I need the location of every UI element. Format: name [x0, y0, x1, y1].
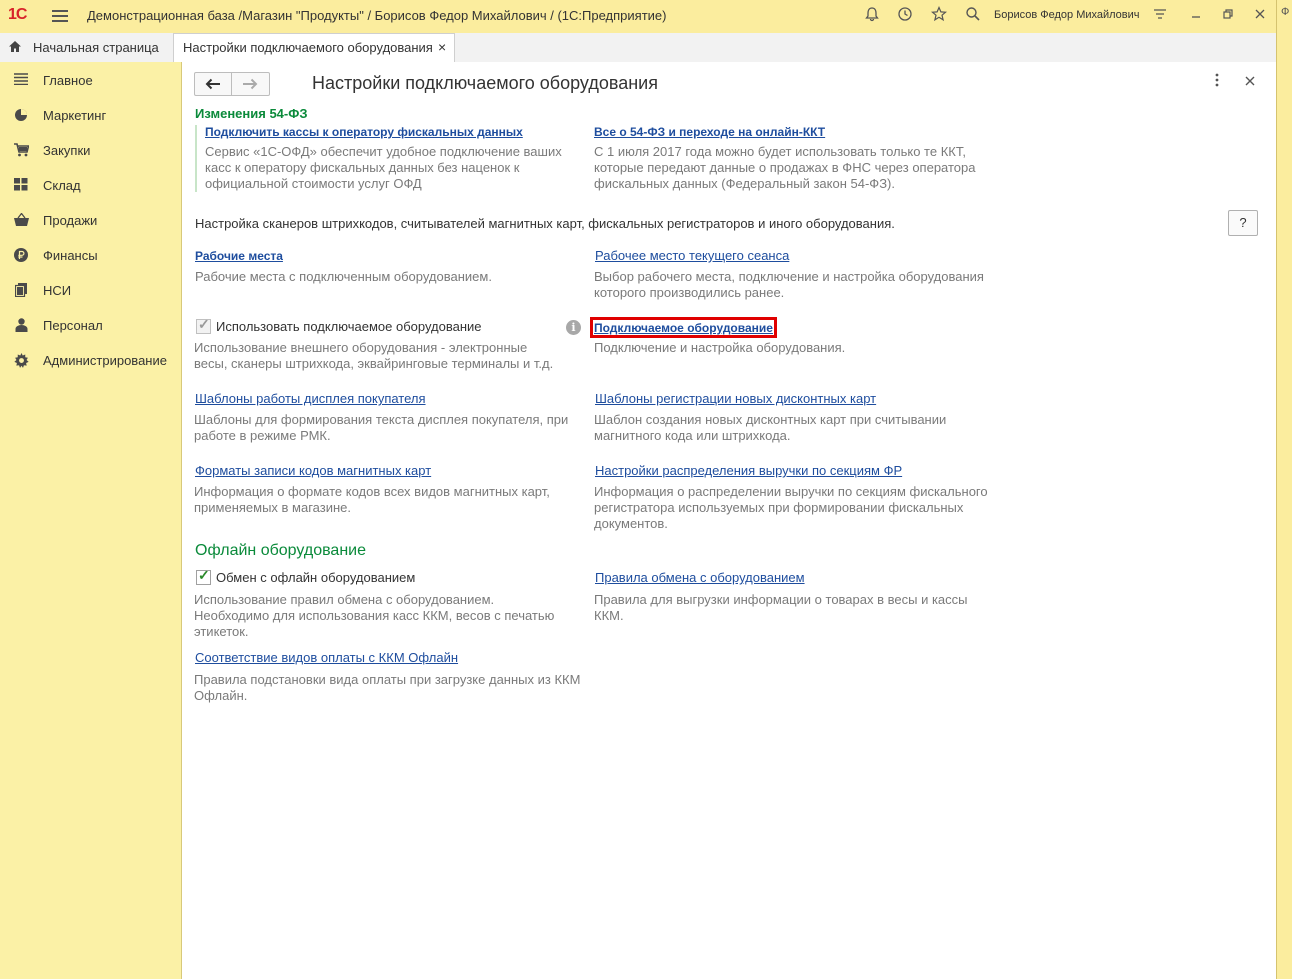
fz-section-header: Изменения 54-ФЗ [195, 106, 308, 121]
basket-icon [12, 212, 30, 229]
current-workplace-desc: Выбор рабочего места, подключение и наст… [594, 269, 984, 300]
close-window-icon[interactable] [1250, 6, 1270, 26]
offline-exchange-checkbox[interactable]: ✓ [196, 567, 211, 585]
history-nav [194, 72, 270, 96]
window-title: Демонстрационная база /Магазин "Продукты… [87, 8, 667, 23]
sidebar-item-sales[interactable]: Продажи [0, 204, 181, 238]
fz-about-link[interactable]: Все о 54-ФЗ и переходе на онлайн-ККТ [594, 125, 994, 139]
display-templates-link[interactable]: Шаблоны работы дисплея покупателя [195, 391, 426, 406]
sidebar-item-label: Склад [43, 178, 81, 193]
current-user[interactable]: Борисов Федор Михайлович [994, 9, 1140, 21]
tab-home[interactable]: Начальная страница [0, 33, 170, 62]
fz-left-block: Подключить кассы к оператору фискальных … [195, 125, 580, 192]
close-tab-icon[interactable]: × [438, 39, 446, 55]
documents-icon [12, 283, 30, 299]
sidebar-item-label: Продажи [43, 213, 98, 228]
revenue-distribution-link[interactable]: Настройки распределения выручки по секци… [595, 463, 902, 478]
history-icon[interactable] [895, 6, 915, 26]
star-icon[interactable] [929, 5, 949, 26]
sidebar-item-label: Маркетинг [43, 108, 107, 123]
sidebar-item-label: Администрирование [43, 353, 167, 368]
use-equipment-checkbox[interactable]: ✓ [196, 316, 211, 334]
tab-equipment-settings[interactable]: Настройки подключаемого оборудования × [173, 33, 455, 62]
checkmark-icon: ✓ [198, 316, 210, 332]
sidebar-item-main[interactable]: Главное [0, 64, 181, 98]
sidebar-item-label: Персонал [43, 318, 103, 333]
equipment-link-highlight: Подключаемое оборудование [590, 317, 777, 338]
payment-match-link[interactable]: Соответствие видов оплаты с ККМ Офлайн [195, 650, 458, 665]
home-icon [8, 40, 22, 56]
equipment-desc: Подключение и настройка оборудования. [594, 340, 846, 355]
list-icon [12, 73, 30, 89]
tab-bar: Начальная страница Настройки подключаемо… [0, 33, 1276, 63]
use-equipment-desc: Использование внешнего оборудования - эл… [194, 340, 554, 371]
title-bar: 1С Демонстрационная база /Магазин "Проду… [0, 0, 1276, 34]
fz-about-desc: С 1 июля 2017 года можно будет использов… [594, 144, 976, 191]
info-icon[interactable]: i [566, 320, 581, 335]
sidebar-item-label: Закупки [43, 143, 91, 158]
sidebar-item-label: Главное [43, 73, 93, 88]
close-form-icon[interactable] [1245, 73, 1255, 89]
minimize-icon[interactable] [1186, 6, 1206, 26]
page-title: Настройки подключаемого оборудования [312, 73, 658, 93]
discount-templates-link[interactable]: Шаблоны регистрации новых дисконтных кар… [595, 391, 876, 406]
sidebar-item-nsi[interactable]: НСИ [0, 274, 181, 308]
current-workplace-link[interactable]: Рабочее место текущего сеанса [595, 248, 789, 263]
checkmark-icon: ✓ [198, 567, 210, 583]
right-panel-strip: Ф [1276, 0, 1292, 979]
tab-active-label: Настройки подключаемого оборудования [183, 40, 433, 55]
settings-menu-icon[interactable] [1150, 6, 1170, 26]
person-icon [12, 318, 30, 334]
cart-icon [12, 143, 30, 159]
sidebar-item-administration[interactable]: Администрирование [0, 344, 181, 378]
intro-text: Настройка сканеров штрихкодов, считывате… [195, 216, 895, 231]
bell-icon[interactable] [862, 6, 882, 26]
sidebar-item-warehouse[interactable]: Склад [0, 169, 181, 203]
main-menu-icon[interactable] [52, 7, 68, 25]
revenue-distribution-desc: Информация о распределении выручки по се… [594, 484, 988, 531]
warehouse-grid-icon [12, 178, 30, 194]
discount-templates-desc: Шаблон создания новых дисконтных карт пр… [594, 412, 947, 443]
right-strip-letter: Ф [1281, 6, 1290, 18]
payment-match-desc: Правила подстановки вида оплаты при загр… [194, 672, 581, 703]
exchange-rules-link[interactable]: Правила обмена с оборудованием [595, 570, 805, 585]
search-icon[interactable] [963, 6, 983, 26]
more-actions-icon[interactable] [1215, 73, 1219, 90]
sidebar-item-personnel[interactable]: Персонал [0, 309, 181, 343]
sidebar-item-purchases[interactable]: Закупки [0, 134, 181, 168]
display-templates-desc: Шаблоны для формирования текста дисплея … [194, 412, 569, 443]
fz-right-block: Все о 54-ФЗ и переходе на онлайн-ККТ С 1… [594, 125, 994, 192]
sidebar-item-marketing[interactable]: Маркетинг [0, 99, 181, 133]
offline-exchange-label: Обмен с офлайн оборудованием [216, 570, 416, 585]
sidebar-item-label: НСИ [43, 283, 72, 298]
pie-chart-icon [12, 108, 30, 124]
1c-logo: 1С [8, 6, 27, 23]
forward-button[interactable] [232, 73, 268, 95]
sidebar-item-finance[interactable]: Финансы [0, 239, 181, 273]
ruble-icon [12, 248, 30, 264]
back-button[interactable] [195, 73, 231, 95]
exchange-rules-desc: Правила для выгрузки информации о товара… [594, 592, 968, 623]
card-formats-link[interactable]: Форматы записи кодов магнитных карт [195, 463, 431, 478]
offline-exchange-desc: Использование правил обмена с оборудован… [194, 592, 555, 639]
main-content: Настройки подключаемого оборудования Изм… [182, 62, 1276, 979]
workplaces-link[interactable]: Рабочие места [195, 249, 283, 263]
fz-connect-ofd-desc: Сервис «1С-ОФД» обеспечит удобное подклю… [205, 144, 562, 191]
offline-section-header: Офлайн оборудование [195, 542, 366, 559]
help-button[interactable]: ? [1228, 210, 1258, 236]
workplaces-desc: Рабочие места с подключенным оборудовани… [195, 269, 492, 284]
restore-icon[interactable] [1218, 6, 1238, 26]
sidebar-item-label: Финансы [43, 248, 98, 263]
use-equipment-label: Использовать подключаемое оборудование [216, 319, 482, 334]
gear-icon [12, 353, 30, 369]
sidebar: Главное Маркетинг Закупки Склад Продажи … [0, 62, 182, 979]
equipment-link[interactable]: Подключаемое оборудование [594, 321, 773, 335]
card-formats-desc: Информация о формате кодов всех видов ма… [194, 484, 550, 515]
fz-connect-ofd-link[interactable]: Подключить кассы к оператору фискальных … [205, 125, 580, 139]
tab-home-label: Начальная страница [33, 40, 159, 55]
